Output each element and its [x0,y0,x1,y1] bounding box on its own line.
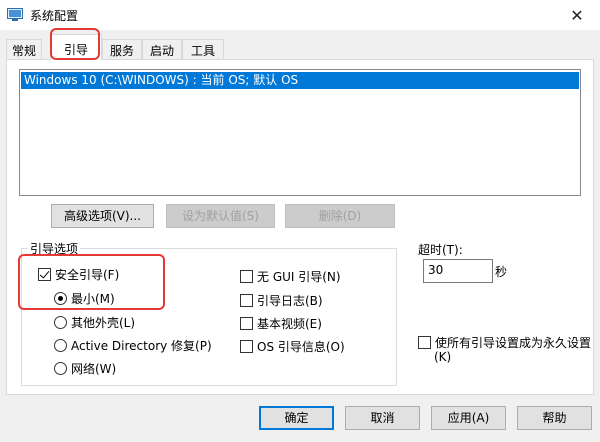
radio-icon [54,339,67,352]
tab-startup[interactable]: 启动 [142,39,182,59]
tab-tools[interactable]: 工具 [182,39,224,59]
radio-network[interactable]: 网络(W) [54,360,116,377]
tab-boot[interactable]: 引导 [50,34,102,60]
checkbox-icon [240,294,253,307]
tab-services[interactable]: 服务 [102,39,142,59]
checkbox-checked-icon [38,268,51,281]
ok-button[interactable]: 确定 [259,406,334,430]
base-video-checkbox[interactable]: 基本视频(E) [240,315,322,332]
make-permanent-hotkey: (K) [434,350,452,364]
tab-general[interactable]: 常规 [6,39,42,59]
close-button[interactable]: ✕ [554,0,600,30]
close-icon: ✕ [570,5,584,25]
no-gui-boot-checkbox[interactable]: 无 GUI 引导(N) [240,268,341,285]
radio-active-directory-repair[interactable]: Active Directory 修复(P) [54,337,212,354]
radio-alternate-shell[interactable]: 其他外壳(L) [54,314,135,331]
radio-selected-icon [54,292,67,305]
safe-boot-checkbox[interactable]: 安全引导(F) [38,266,119,283]
window-title: 系统配置 [30,9,79,23]
timeout-label: 超时(T): [418,243,463,257]
timeout-unit: 秒 [495,265,508,279]
checkbox-icon [418,336,431,349]
make-permanent-checkbox[interactable]: 使所有引导设置成为永久设置 [418,334,591,351]
boot-options-legend: 引导选项 [28,240,81,257]
radio-icon [54,316,67,329]
apply-button[interactable]: 应用(A) [431,406,506,430]
checkbox-icon [240,317,253,330]
boot-log-checkbox[interactable]: 引导日志(B) [240,292,323,309]
os-boot-info-checkbox[interactable]: OS 引导信息(O) [240,338,345,355]
delete-button[interactable]: 删除(D) [285,204,395,228]
system-config-icon [7,8,23,21]
set-default-button[interactable]: 设为默认值(S) [166,204,275,228]
checkbox-icon [240,340,253,353]
radio-minimal[interactable]: 最小(M) [54,290,115,307]
help-button[interactable]: 帮助 [517,406,592,430]
timeout-input[interactable]: 30 [423,259,493,283]
advanced-options-button[interactable]: 高级选项(V)... [51,204,154,228]
os-list-item[interactable]: Windows 10 (C:\WINDOWS) : 当前 OS; 默认 OS [21,72,579,89]
os-list[interactable]: Windows 10 (C:\WINDOWS) : 当前 OS; 默认 OS [19,69,581,196]
radio-icon [54,362,67,375]
cancel-button[interactable]: 取消 [345,406,420,430]
title-bar: 系统配置 ✕ [0,0,600,30]
checkbox-icon [240,270,253,283]
